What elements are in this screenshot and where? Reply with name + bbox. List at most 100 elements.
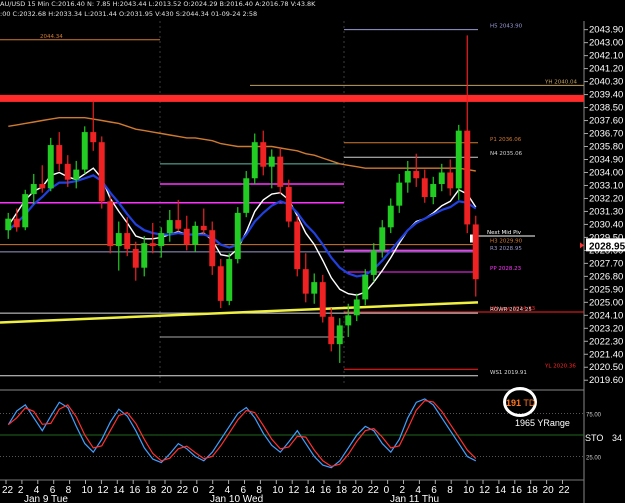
candle-body (243, 178, 250, 213)
candle-body (39, 184, 46, 189)
candle-body (396, 182, 403, 206)
candle-body (285, 186, 292, 222)
candle-body (183, 228, 190, 245)
price-tick-label: 2033.10 (589, 180, 623, 191)
price-tick-label: 2042.10 (589, 51, 623, 62)
day-label: Jan 10 Wed (210, 494, 263, 503)
level-label: 2044.34 (40, 34, 63, 40)
candle-body (421, 178, 428, 198)
price-tick-label: 2034.90 (589, 154, 623, 165)
day-label: Jan 11 Thu (390, 494, 439, 503)
candle-body (56, 145, 63, 164)
time-tick-label: 22 (368, 485, 380, 496)
candle-body (387, 205, 394, 228)
candle-body (379, 227, 386, 251)
candle-body (107, 201, 114, 247)
candle-body (345, 315, 352, 326)
price-tick-label: 2043.00 (589, 38, 623, 49)
price-tick-label: 2036.70 (589, 129, 623, 140)
td-count: 191 (506, 398, 522, 408)
candle-body (64, 163, 71, 180)
price-tick-label: 2030.40 (589, 219, 623, 230)
time-tick-label: 20 (543, 485, 555, 496)
time-tick-label: 8 (447, 485, 453, 496)
candle-body (192, 225, 199, 245)
candle-body (353, 299, 360, 316)
candle-body (13, 218, 20, 228)
candle-body (455, 130, 462, 189)
time-tick-label: 0 (193, 485, 199, 496)
candle-body (115, 233, 122, 247)
price-tick-label: 2034.00 (589, 167, 623, 178)
candle-body (294, 221, 301, 270)
level-label: YH 2040.04 (544, 79, 577, 85)
price-tick-label: 2023.20 (589, 323, 623, 334)
resistance-band (0, 94, 584, 102)
candle-body (464, 130, 471, 225)
candle-body (200, 225, 207, 231)
candle-body (30, 184, 37, 195)
time-tick-label: 14 (495, 485, 507, 496)
price-tick-label: 2019.60 (589, 375, 623, 386)
td-counter: 191 TD (506, 398, 535, 408)
price-tick-label: 2043.90 (589, 25, 623, 36)
time-tick-label: 14 (113, 485, 125, 496)
price-tick-label: 2041.20 (589, 64, 623, 75)
price-tick-label: 2025.90 (589, 284, 623, 295)
candle-body (132, 248, 139, 268)
td-label: TD (523, 398, 536, 408)
price-tick-label: 2040.30 (589, 77, 623, 88)
candle-body (81, 132, 88, 170)
candle-body (260, 142, 267, 167)
candle-body (277, 156, 284, 187)
stoch-tick-label: 75.00 (586, 413, 602, 419)
candle-body (175, 220, 182, 229)
level-label: N4 2035.06 (490, 151, 523, 157)
candle-body (362, 274, 369, 300)
time-tick-label: 16 (320, 485, 332, 496)
time-tick-label: 10 (82, 485, 94, 496)
time-tick-label: 16 (129, 485, 141, 496)
time-tick-label: 10 (272, 485, 284, 496)
candle-body (430, 184, 437, 198)
candle-body (166, 220, 173, 234)
level-label: PP 2028.23 (490, 266, 522, 272)
time-tick-label: 10 (463, 485, 475, 496)
level-label: H5 2043.90 (490, 24, 523, 30)
candle-body (302, 269, 309, 294)
time-tick-label: 22 (2, 485, 14, 496)
candle-body (251, 142, 258, 179)
level-label: R3 2028.95 (490, 246, 522, 252)
candle-body (158, 233, 165, 247)
level-label: ROWR 2024.25 (490, 307, 532, 313)
price-tick-label: 2024.10 (589, 310, 623, 321)
price-tick-label: 2032.20 (589, 193, 623, 204)
sto-label: STO (585, 433, 604, 443)
candle-body (328, 316, 335, 345)
price-tick-label: 2025.00 (589, 297, 623, 308)
candle-body (413, 171, 420, 179)
time-tick-label: 12 (288, 485, 300, 496)
candle-body (447, 172, 454, 189)
candle-body (124, 233, 131, 249)
time-tick-label: 22 (177, 485, 189, 496)
price-tick-label: 2026.80 (589, 271, 623, 282)
candle-body (311, 282, 318, 294)
candle-body (438, 172, 445, 185)
day-label: Jan 9 Tue (24, 494, 68, 503)
time-tick-label: 12 (97, 485, 109, 496)
sto-value: 34 (612, 433, 623, 443)
price-tick-label: 2027.70 (589, 258, 623, 269)
time-tick-label: 18 (145, 485, 157, 496)
time-tick-label: 18 (336, 485, 348, 496)
yrange-label: 1965 YRange (515, 418, 570, 428)
candle-body (5, 218, 12, 231)
time-tick-label: 14 (304, 485, 316, 496)
candle-body (268, 156, 275, 167)
candle-body (319, 282, 326, 317)
candle-body (73, 169, 80, 180)
candle-body (149, 243, 156, 247)
time-tick-label: 22 (559, 485, 571, 496)
level-label: YL 2020.36 (544, 363, 576, 369)
candle-body (22, 194, 29, 228)
